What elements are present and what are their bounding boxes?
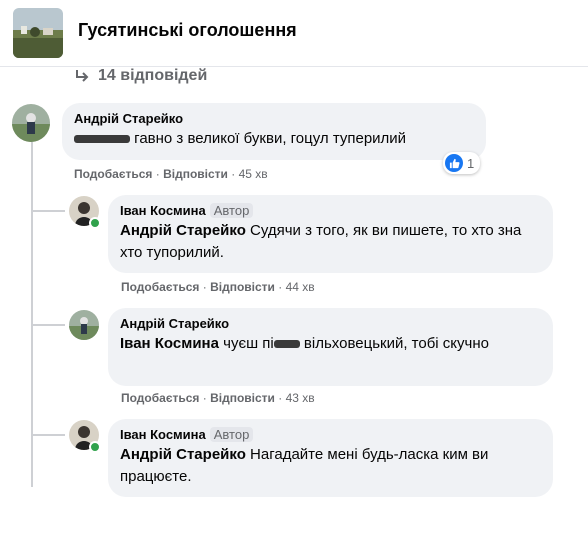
like-link[interactable]: Подобається (121, 391, 199, 405)
comment-text-part: вільховецький, тобі скучно (303, 335, 489, 352)
thread-branch (31, 210, 65, 212)
comment-time[interactable]: 44 хв (286, 280, 315, 294)
mention-link[interactable]: Андрій Старейко (120, 446, 246, 463)
comment-bubble: Андрій Старейко гавно з великої букви, г… (62, 103, 486, 160)
separator: · (202, 280, 207, 294)
avatar[interactable] (69, 310, 99, 340)
reply-link[interactable]: Відповісти (210, 280, 275, 294)
separator: · (202, 391, 207, 405)
separator: · (278, 391, 283, 405)
separator: · (231, 167, 236, 181)
comment-bubble: Іван Космина Автор Андрій Старейко Нагада… (108, 419, 553, 497)
comment-bubble: Андрій Старейко Іван Космина чуєш пі віл… (108, 308, 553, 386)
online-status-dot (89, 441, 101, 453)
thread-branch (31, 324, 65, 326)
comment-author[interactable]: Андрій Старейко (120, 316, 541, 331)
comment-author-line: Іван Космина Автор (120, 203, 541, 218)
comment-bubble: Іван Космина Автор Андрій Старейко Судячи… (108, 195, 553, 273)
separator: · (155, 167, 160, 181)
separator: · (278, 280, 283, 294)
comment-text-part: чуєш пі (223, 335, 274, 352)
author-badge: Автор (209, 427, 254, 442)
reply-arrow-icon (76, 70, 89, 82)
replies-count: 14 відповідей (98, 67, 208, 84)
redaction-mark (273, 340, 300, 349)
thread-branch (31, 434, 65, 436)
comment-actions: Подобається · Відповісти · 44 хв (121, 280, 315, 294)
comment-author[interactable]: Іван Космина (120, 427, 206, 442)
like-icon (445, 154, 463, 172)
reaction-summary[interactable]: 1 (443, 152, 481, 174)
reply-link[interactable]: Відповісти (163, 167, 228, 181)
group-title[interactable]: Гусятинські оголошення (78, 20, 297, 41)
comment-text-part: гавно з великої букви, гоцул туперилий (134, 130, 407, 147)
comment-text: гавно з великої букви, гоцул туперилий (74, 128, 474, 150)
post-header: Гусятинські оголошення (0, 0, 588, 67)
redaction-mark (74, 135, 130, 144)
like-link[interactable]: Подобається (74, 167, 152, 181)
reaction-count: 1 (467, 155, 475, 171)
comment-time[interactable]: 45 хв (239, 167, 268, 181)
group-avatar[interactable] (13, 8, 63, 58)
comment-author[interactable]: Іван Космина (120, 203, 206, 218)
view-replies-link[interactable]: 14 відповідей (74, 67, 207, 85)
mention-link[interactable]: Іван Космина (120, 335, 219, 352)
comment-text: Іван Космина чуєш пі вільховецький, тобі… (120, 333, 541, 355)
reply-link[interactable]: Відповісти (210, 391, 275, 405)
author-badge: Автор (209, 203, 254, 218)
comment-actions: Подобається · Відповісти · 43 хв (121, 391, 315, 405)
comment-text: Андрій Старейко Нагадайте мені будь-ласк… (120, 444, 541, 488)
comment-time[interactable]: 43 хв (286, 391, 315, 405)
like-link[interactable]: Подобається (121, 280, 199, 294)
comment-actions: Подобається · Відповісти · 45 хв (74, 167, 268, 181)
online-status-dot (89, 217, 101, 229)
avatar[interactable] (12, 104, 50, 142)
comment-text: Андрій Старейко Судячи з того, як ви пиш… (120, 220, 541, 264)
mention-link[interactable]: Андрій Старейко (120, 222, 246, 239)
comment-author[interactable]: Андрій Старейко (74, 111, 474, 126)
comment-author-line: Іван Космина Автор (120, 427, 541, 442)
